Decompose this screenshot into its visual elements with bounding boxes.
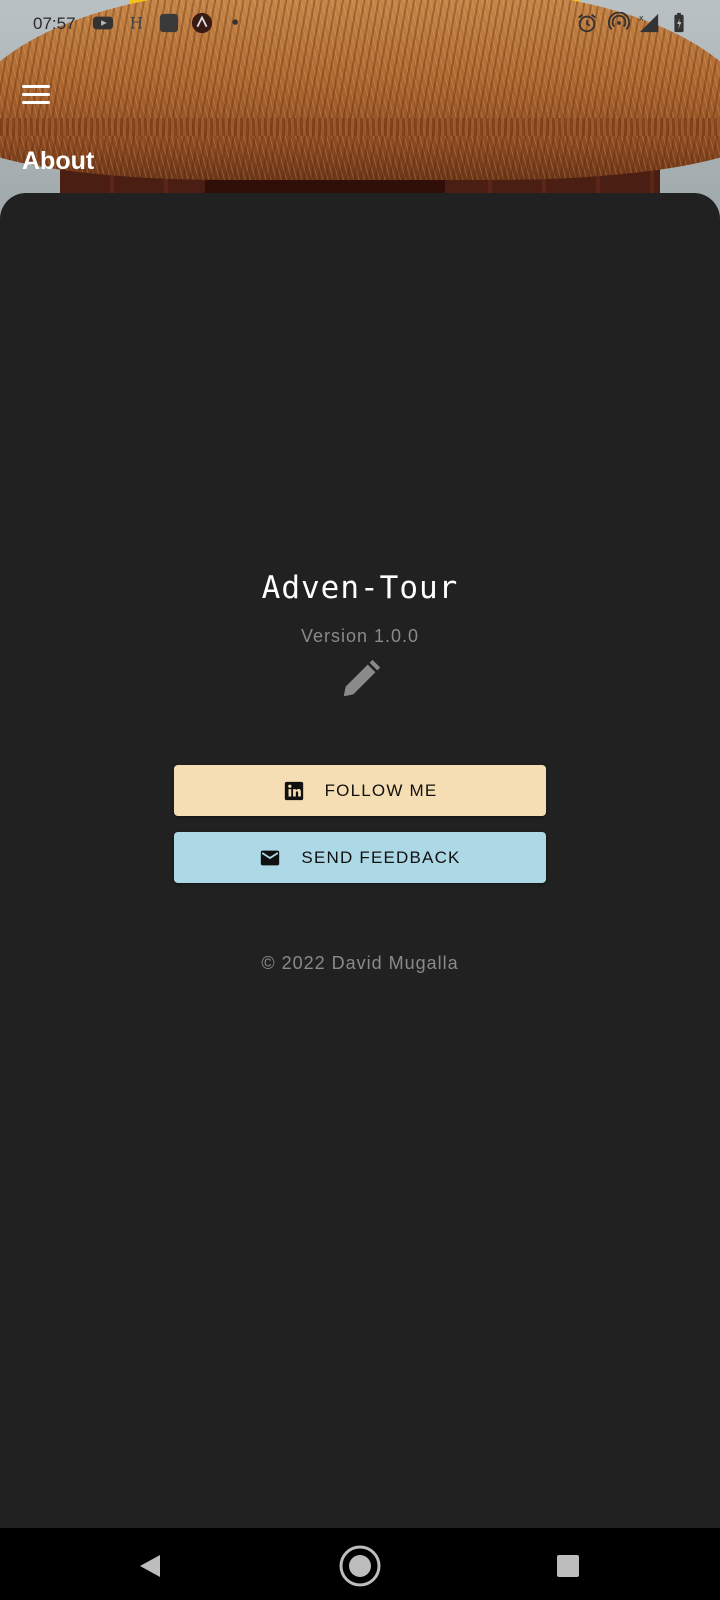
about-screen: 07:57 H x About Adven-Tour Version 1.0.0… [0,0,720,1600]
svg-text:x: x [639,12,644,22]
svg-text:H: H [130,15,144,33]
signal-icon: x [639,12,659,33]
status-time: 07:57 [33,14,76,33]
linkedin-icon [284,781,303,800]
arc-icon [191,12,213,34]
home-icon[interactable] [338,1544,382,1588]
send-feedback-label: SEND FEEDBACK [301,847,461,867]
h-icon: H [130,15,144,33]
app-icon [159,13,179,33]
alarm-icon [578,14,596,33]
copyright-text: © 2022 David Mugalla [261,953,459,973]
hamburger-menu-icon[interactable] [16,74,56,114]
send-feedback-button[interactable]: SEND FEEDBACK [174,832,546,883]
dot-icon [232,19,238,25]
hotspot-icon [608,12,630,31]
battery-icon [674,12,684,33]
app-version: Version 1.0.0 [300,626,420,646]
navigation-bar [0,1528,720,1600]
back-icon[interactable] [128,1544,172,1588]
pencil-icon [343,659,381,697]
header-roof-fringe [0,118,720,136]
mail-icon [261,850,280,865]
recents-icon[interactable] [546,1544,590,1588]
status-bar: 07:57 H x [0,0,720,46]
page-title: About [22,147,95,175]
youtube-icon [92,16,114,30]
app-name: Adven-Tour [261,570,459,606]
follow-me-label: FOLLOW ME [324,780,438,800]
follow-me-button[interactable]: FOLLOW ME [174,765,546,816]
